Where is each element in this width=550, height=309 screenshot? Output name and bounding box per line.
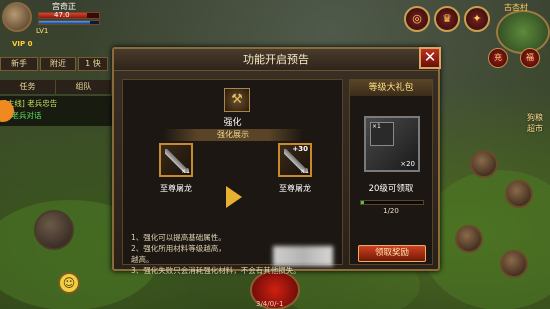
item-after-qty: ×1 [300,168,309,175]
welfare-button[interactable]: 福 [520,48,540,68]
mp-bar [38,20,100,25]
side-label[interactable]: 狗粮 超市 [520,112,550,134]
gift-panel: 等级大礼包 ×1 ×20 20级可领取 1/20 领取奖励 [349,79,433,265]
tab-quests[interactable]: 任务 [0,80,56,94]
item-before[interactable]: ×1 [159,143,193,177]
skill-button-2[interactable] [505,180,533,208]
rule-line: 1、强化可以提高基础属性。 [131,233,226,242]
item-before-name: 至尊屠龙 [160,184,192,193]
attack-button[interactable] [500,250,528,278]
skill-button-1[interactable] [470,150,498,178]
skill-button-3[interactable] [455,225,483,253]
joystick[interactable] [34,210,74,250]
level-progress-text: 1/20 [383,207,399,215]
recharge-button[interactable]: 充 [488,48,508,68]
gift-item[interactable]: ×1 ×20 [364,116,420,172]
player-avatar[interactable] [2,2,32,32]
nearby-button[interactable]: 附近 [40,57,76,71]
side-label-line-1: 狗粮 [527,113,543,122]
dialog-title: 功能开启预告 [114,49,438,71]
close-button[interactable]: ✕ [419,47,441,69]
box-icon: ×1 [370,122,394,146]
tab-team[interactable]: 组队 [56,80,112,94]
hammer-icon: ⚒ [224,88,250,112]
activity-icon[interactable]: ◎ [404,6,430,32]
rule-line: 3、强化失败只会消耗强化材料，不会有其他损失。 [131,266,301,275]
feature-panel: ⚒ 强化 强化展示 ×1 至尊屠龙 +30 ×1 至尊屠龙 1、强化可以提高基础… [122,79,343,275]
item-after-name: 至尊屠龙 [279,184,311,193]
level-progress-bar [360,200,424,205]
claim-reward-button[interactable]: 领取奖励 [358,245,426,262]
arrow-right-icon [226,186,242,208]
item-before-qty: ×1 [181,168,190,175]
map-name: 古杏村 [504,3,528,12]
gift-qty: ×20 [400,160,415,168]
quest-team-tabs: 任务 组队 [0,80,112,94]
newbie-button[interactable]: 新手 [0,57,38,71]
quest-title: [主线] 老兵忠告 [4,99,58,108]
minimap[interactable] [496,10,550,54]
hp-value: 47.0 [54,11,70,19]
quest-tracker[interactable]: [主线] 老兵忠告 与老兵对话 [0,96,112,126]
emoji-icon[interactable]: ☺ [58,272,80,294]
channel-button[interactable]: 1 快 [78,57,108,71]
gift-sub-qty: ×1 [372,123,381,130]
feature-preview-dialog: 功能开启预告 ✕ ⚒ 强化 强化展示 ×1 至尊屠龙 +30 ×1 至尊屠龙 1… [112,47,441,275]
side-label-line-2: 超市 [527,124,543,133]
item-after[interactable]: +30 ×1 [278,143,312,177]
gift-condition: 20级可领取 [368,184,414,194]
quest-objective: 与老兵对话 [4,111,42,120]
item-after-plus: +30 [292,145,308,153]
shop-icon[interactable]: ♛ [434,6,460,32]
watermark [273,246,333,266]
feature-name: 强化 [223,118,242,128]
gift-title: 等级大礼包 [350,80,432,96]
section-title: 强化展示 [163,129,303,141]
player-level: LV1 [36,27,49,35]
vip-badge[interactable]: VIP 0 [12,40,32,48]
gift-icon[interactable]: ✦ [464,6,490,32]
orb-readout: 3/4/0/-1 [256,300,284,308]
